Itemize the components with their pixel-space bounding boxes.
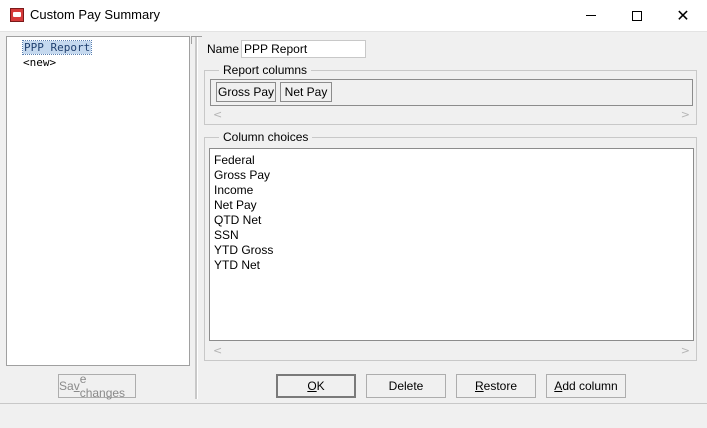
report-column-gross-pay[interactable]: Gross Pay <box>216 82 276 102</box>
name-input[interactable] <box>241 40 366 58</box>
choice-gross-pay[interactable]: Gross Pay <box>214 168 270 182</box>
list-item-ppp-report[interactable]: PPP Report <box>21 40 93 55</box>
report-columns-panel: Gross Pay Net Pay <box>210 79 693 106</box>
choice-ytd-gross[interactable]: YTD Gross <box>214 243 273 257</box>
column-choices-group: Column choices Federal Gross Pay Income … <box>204 130 697 361</box>
status-bar <box>0 403 707 428</box>
report-columns-legend: Report columns <box>219 63 312 77</box>
maximize-icon <box>632 10 642 21</box>
choice-federal[interactable]: Federal <box>214 153 255 167</box>
ok-mnemonic: O <box>307 379 317 393</box>
choice-qtd-net[interactable]: QTD Net <box>214 213 261 227</box>
scroll-right-icon[interactable]: > <box>681 108 690 121</box>
app-icon <box>10 8 24 22</box>
ok-button[interactable]: OK <box>276 374 356 398</box>
choice-ytd-net[interactable]: YTD Net <box>214 258 260 272</box>
save-changes-button[interactable]: Sa v e changes <box>58 372 136 400</box>
minimize-icon <box>586 15 596 16</box>
scroll-left-icon[interactable]: < <box>213 344 222 357</box>
maximize-button[interactable] <box>614 0 660 31</box>
column-choices-list[interactable]: Federal Gross Pay Income Net Pay QTD Net… <box>209 148 694 341</box>
close-icon: ✕ <box>676 5 690 25</box>
add-column-mnemonic: A <box>554 379 563 393</box>
report-columns-scrollbar[interactable]: < > <box>211 108 692 122</box>
add-column-button[interactable]: Add column <box>546 374 626 398</box>
scroll-left-icon[interactable]: < <box>213 108 222 121</box>
restore-mnemonic: R <box>474 379 484 393</box>
add-column-rest: dd column <box>562 379 618 393</box>
list-item-new[interactable]: <new> <box>23 56 56 69</box>
report-list[interactable]: PPP Report <new> <box>6 36 190 366</box>
delete-button[interactable]: Delete <box>366 374 446 398</box>
report-column-net-pay[interactable]: Net Pay <box>280 82 332 102</box>
name-label: Name <box>207 42 240 56</box>
close-button[interactable]: ✕ <box>660 0 706 31</box>
window-title: Custom Pay Summary <box>30 7 161 22</box>
save-changes-rest: e changes <box>79 372 126 400</box>
save-changes-prefix: Sa <box>59 379 74 393</box>
scroll-right-icon[interactable]: > <box>681 344 690 357</box>
splitter-handle[interactable] <box>191 36 202 44</box>
report-columns-group: Report columns Gross Pay Net Pay < > <box>204 63 697 125</box>
minimize-button[interactable] <box>568 0 614 31</box>
choice-income[interactable]: Income <box>214 183 253 197</box>
choice-ssn[interactable]: SSN <box>214 228 239 242</box>
column-choices-scrollbar[interactable]: < > <box>211 344 692 358</box>
title-bar: Custom Pay Summary ✕ <box>0 0 707 32</box>
delete-label: Delete <box>388 379 424 393</box>
choice-net-pay[interactable]: Net Pay <box>214 198 257 212</box>
pane-splitter[interactable] <box>195 36 198 399</box>
column-choices-legend: Column choices <box>219 130 313 144</box>
restore-rest: estore <box>483 379 518 393</box>
restore-button[interactable]: Restore <box>456 374 536 398</box>
ok-rest: K <box>316 379 325 393</box>
